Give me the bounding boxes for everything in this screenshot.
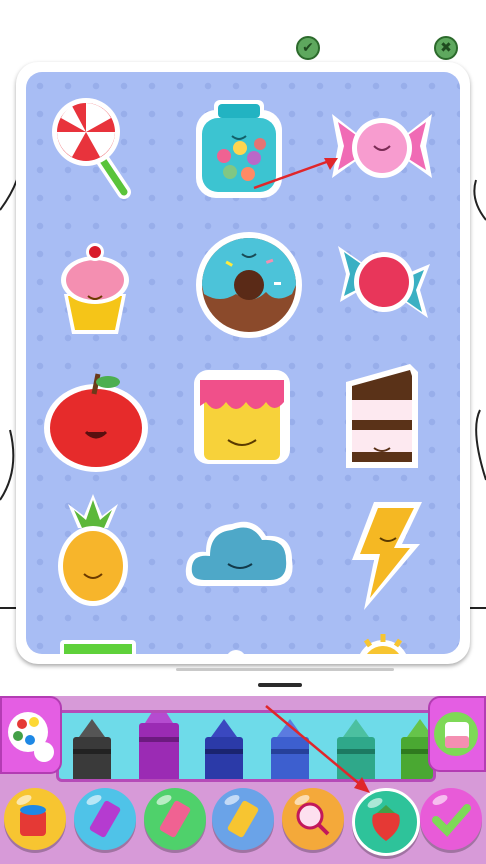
sticker-partial-small[interactable] (224, 646, 248, 654)
color-palette-button[interactable] (0, 696, 62, 774)
strawberry-sticker-icon (372, 805, 400, 841)
sticker-pineapple[interactable] (56, 494, 130, 606)
done-tool[interactable] (420, 788, 482, 850)
crayon-black-glitter[interactable] (67, 713, 117, 782)
palette-icon (8, 712, 54, 762)
crayon-blue-glitter[interactable] (265, 713, 315, 782)
glitter-pen-tool[interactable] (144, 788, 206, 850)
crayon-purple-glitter[interactable] (133, 710, 185, 782)
sticker-cloud[interactable] (184, 514, 296, 594)
eraser-button[interactable] (428, 696, 486, 772)
magnifier-icon (296, 802, 330, 836)
sticker-apple[interactable] (42, 370, 150, 474)
marker-icon (89, 800, 121, 838)
sticker-candy-jar[interactable] (194, 96, 286, 200)
sticker-donut[interactable] (196, 232, 302, 338)
eraser-icon (434, 712, 478, 756)
sticker-grid (26, 72, 460, 654)
sticker-wrapped-candy-pink[interactable] (330, 108, 434, 190)
sticker-cake-slice[interactable] (342, 360, 422, 472)
sticker-partial-green[interactable] (58, 638, 138, 654)
checkmark-icon (432, 804, 471, 837)
sticker-cupcake[interactable] (58, 234, 132, 338)
paint-bucket-tool[interactable] (4, 788, 66, 850)
tool-row (0, 784, 486, 860)
sticker-lollipop[interactable] (52, 92, 132, 202)
bottom-toolbar (0, 696, 486, 864)
marker-tool[interactable] (74, 788, 136, 850)
crayon-tray (56, 710, 436, 782)
sticker-partial-sun[interactable] (348, 632, 418, 654)
magnifier-tool[interactable] (282, 788, 344, 850)
paint-bucket-icon (20, 805, 46, 836)
close-icon[interactable]: ✖ (434, 36, 458, 60)
sticker-picker-dialog (16, 62, 470, 664)
drag-handle[interactable] (258, 683, 302, 687)
sticker-lightning-bolt[interactable] (344, 500, 424, 612)
confirm-icon[interactable]: ✔ (296, 36, 320, 60)
dialog-shadow-line (176, 668, 394, 671)
crayon-tool[interactable] (212, 788, 274, 850)
glitter-pen-icon (159, 800, 191, 838)
sticker-wrapped-candy-red[interactable] (336, 234, 432, 324)
sticker-layer-cake[interactable] (188, 366, 296, 466)
sticker-tool[interactable] (352, 788, 420, 856)
crayon-navy-glitter[interactable] (199, 713, 249, 782)
crayon-icon (227, 800, 259, 838)
crayon-teal-glitter[interactable] (331, 713, 381, 782)
